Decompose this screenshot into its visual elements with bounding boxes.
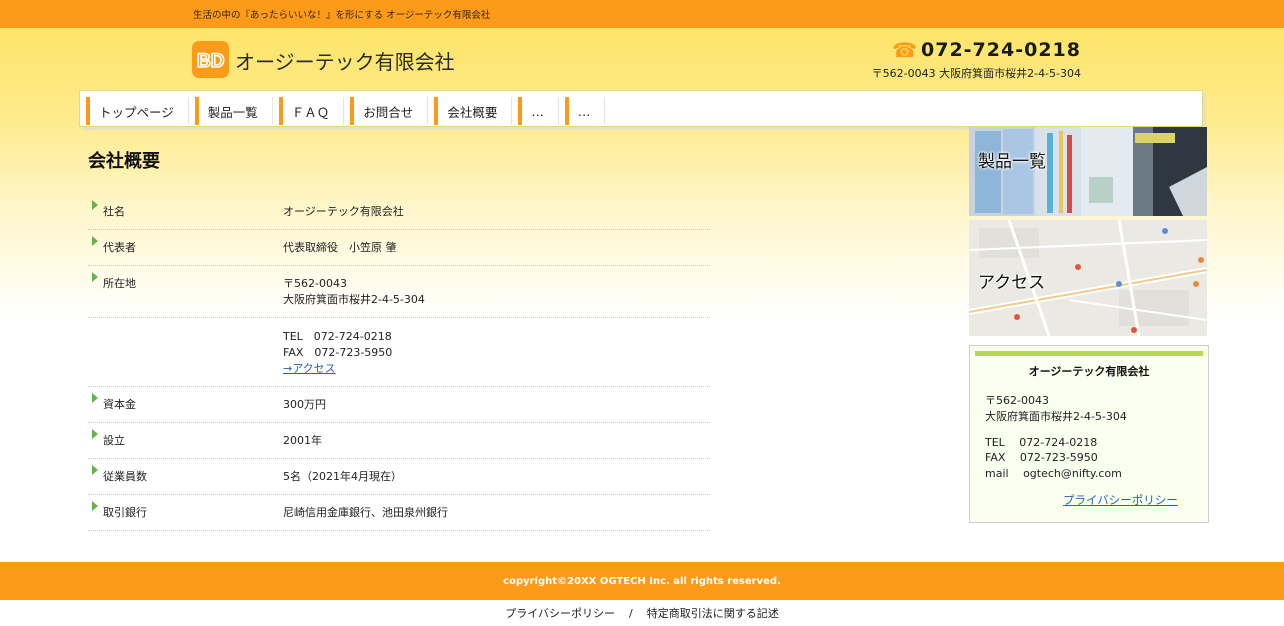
row-value: 2001年 bbox=[283, 434, 322, 447]
company-logo[interactable]: BD bbox=[192, 41, 229, 78]
table-row: 従業員数 5名（2021年4月現在） bbox=[88, 459, 710, 495]
row-value: 5名（2021年4月現在） bbox=[283, 470, 402, 483]
bullet-arrow-icon bbox=[92, 236, 98, 246]
nav-item-top[interactable]: トップページ bbox=[86, 97, 189, 125]
nav-item-more-2[interactable]: … bbox=[564, 97, 606, 125]
row-value: 代表取締役 小笠原 肇 bbox=[283, 241, 397, 254]
table-row: TEL 072-724-0218 FAX 072-723-5950 →アクセス bbox=[88, 318, 710, 387]
row-value: 大阪府箕面市桜井2-4-5-304 bbox=[283, 293, 425, 306]
box-address: 大阪府箕面市桜井2-4-5-304 bbox=[985, 410, 1127, 423]
row-label: 従業員数 bbox=[103, 470, 147, 483]
row-label: 所在地 bbox=[103, 277, 136, 290]
company-info-table: 社名 オージーテック有限会社 代表者 代表取締役 小笠原 肇 所在地 〒562-… bbox=[88, 194, 710, 531]
row-label: 取引銀行 bbox=[103, 506, 147, 519]
nav-item-more-1[interactable]: … bbox=[518, 97, 559, 125]
row-label: 社名 bbox=[103, 205, 125, 218]
row-label: 代表者 bbox=[103, 241, 136, 254]
box-postal: 〒562-0043 bbox=[985, 394, 1049, 407]
footer-commerce-link[interactable]: 特定商取引法に関する記述 bbox=[647, 607, 779, 620]
row-value: 300万円 bbox=[283, 398, 326, 411]
row-label: 資本金 bbox=[103, 398, 136, 411]
row-label: 設立 bbox=[103, 434, 125, 447]
page-title: 会社概要 bbox=[88, 151, 160, 172]
header-address: 〒562-0043 大阪府箕面市桜井2-4-5-304 bbox=[871, 67, 1081, 80]
company-contact-box: オージーテック有限会社 〒562-0043 大阪府箕面市桜井2-4-5-304 … bbox=[969, 345, 1209, 523]
box-accent-bar bbox=[975, 351, 1203, 356]
row-value: FAX 072-723-5950 bbox=[283, 346, 393, 359]
nav-item-products[interactable]: 製品一覧 bbox=[194, 97, 273, 125]
footer-links: プライバシーポリシー / 特定商取引法に関する記述 bbox=[0, 605, 1284, 621]
table-row: 設立 2001年 bbox=[88, 423, 710, 459]
table-row: 代表者 代表取締役 小笠原 肇 bbox=[88, 230, 710, 266]
bullet-arrow-icon bbox=[92, 272, 98, 282]
bullet-arrow-icon bbox=[92, 429, 98, 439]
products-banner-label: 製品一覧 bbox=[978, 152, 1046, 172]
box-mail: mail ogtech@nifty.com bbox=[985, 467, 1122, 480]
bullet-arrow-icon bbox=[92, 393, 98, 403]
bullet-arrow-icon bbox=[92, 465, 98, 475]
logo-icon: BD bbox=[196, 50, 225, 71]
table-row: 社名 オージーテック有限会社 bbox=[88, 194, 710, 230]
global-nav: トップページ 製品一覧 ＦＡＱ お問合せ 会社概要 … … bbox=[79, 90, 1203, 127]
bullet-arrow-icon bbox=[92, 501, 98, 511]
row-value: 〒562-0043 bbox=[283, 277, 347, 290]
access-link[interactable]: →アクセス bbox=[283, 362, 336, 375]
products-banner[interactable]: 製品一覧 bbox=[969, 127, 1207, 216]
site-tagline: 生活の中の『あったらいいな！』を形にする オージーテック有限会社 bbox=[193, 10, 491, 21]
access-banner-label: アクセス bbox=[978, 273, 1046, 293]
copyright-text: copyright©20XX OGTECH Inc. all rights re… bbox=[503, 575, 781, 587]
box-title: オージーテック有限会社 bbox=[1028, 365, 1150, 378]
site-title[interactable]: オージーテック有限会社 bbox=[235, 46, 455, 75]
row-value: 尼崎信用金庫銀行、池田泉州銀行 bbox=[283, 506, 448, 519]
table-row: 取引銀行 尼崎信用金庫銀行、池田泉州銀行 bbox=[88, 495, 710, 531]
top-bar: 生活の中の『あったらいいな！』を形にする オージーテック有限会社 bbox=[0, 0, 1284, 28]
row-value: オージーテック有限会社 bbox=[283, 205, 404, 218]
telephone-icon: ☎ bbox=[892, 38, 918, 62]
footer-privacy-link[interactable]: プライバシーポリシー bbox=[505, 607, 615, 620]
box-tel: TEL 072-724-0218 bbox=[985, 436, 1098, 449]
nav-item-faq[interactable]: ＦＡＱ bbox=[278, 97, 345, 125]
bullet-arrow-icon bbox=[92, 200, 98, 210]
row-value: TEL 072-724-0218 bbox=[283, 330, 392, 343]
privacy-policy-link[interactable]: プライバシーポリシー bbox=[1063, 492, 1178, 508]
phone-number: 072-724-0218 bbox=[921, 39, 1081, 61]
footer-separator: / bbox=[629, 607, 633, 620]
access-banner[interactable]: アクセス bbox=[969, 220, 1207, 336]
table-row: 資本金 300万円 bbox=[88, 387, 710, 423]
nav-item-contact[interactable]: お問合せ bbox=[350, 97, 429, 125]
svg-text:BD: BD bbox=[197, 51, 224, 71]
table-row: 所在地 〒562-0043 大阪府箕面市桜井2-4-5-304 bbox=[88, 266, 710, 318]
nav-item-company[interactable]: 会社概要 bbox=[434, 97, 513, 125]
box-fax: FAX 072-723-5950 bbox=[985, 451, 1098, 464]
footer-bar: copyright©20XX OGTECH Inc. all rights re… bbox=[0, 562, 1284, 600]
header-phone: ☎ 072-724-0218 bbox=[892, 39, 1081, 61]
